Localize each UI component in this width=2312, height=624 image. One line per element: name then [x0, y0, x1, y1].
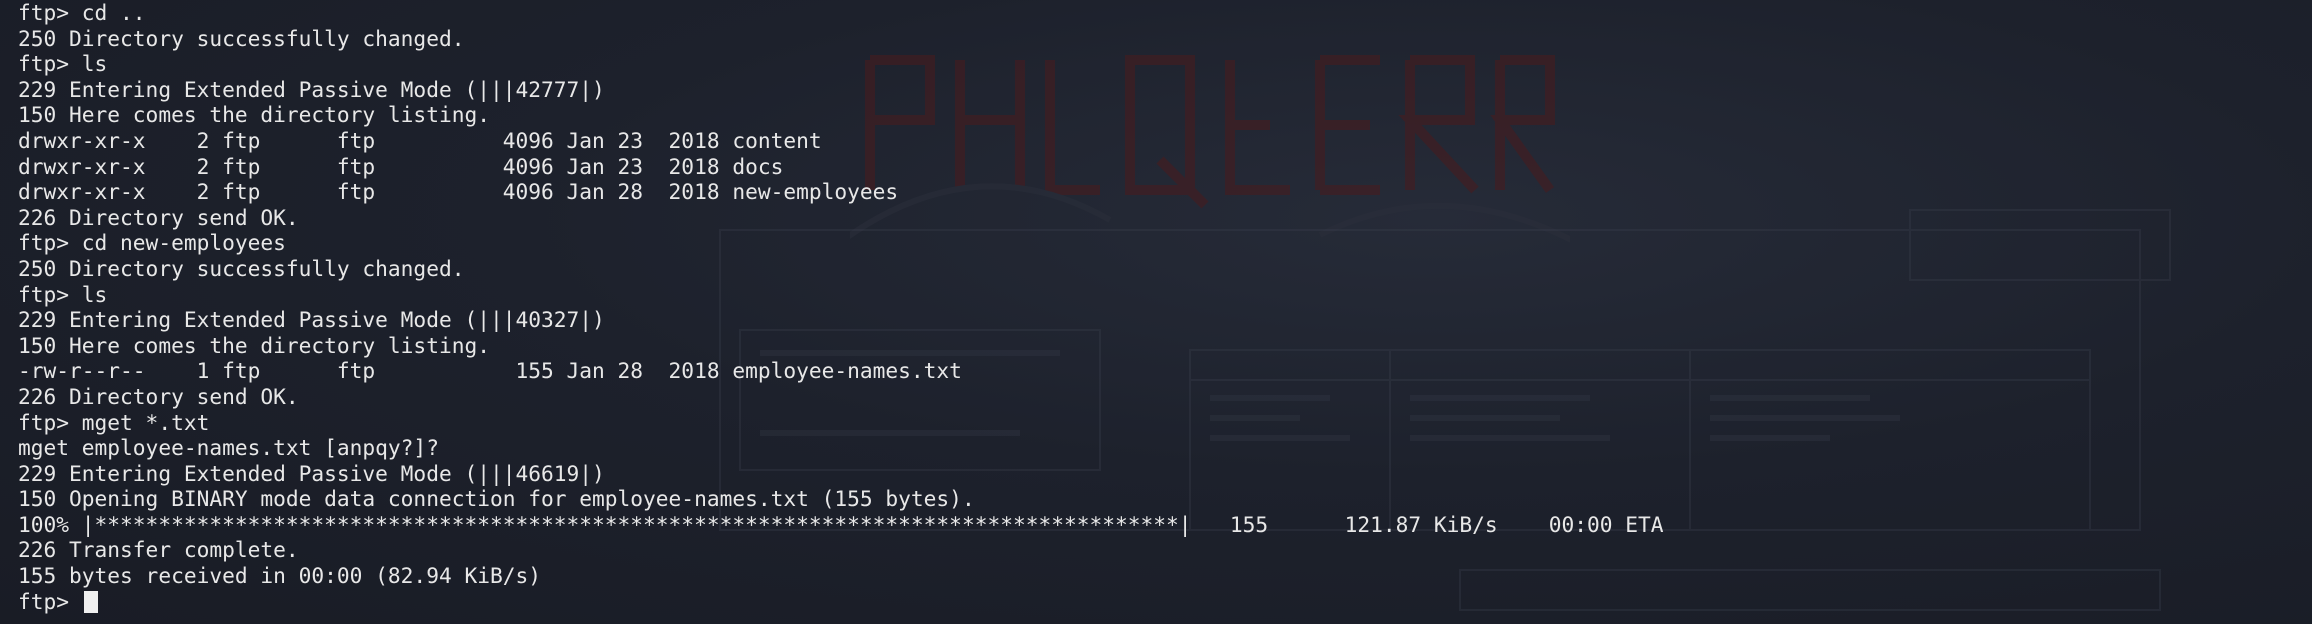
current-prompt-line[interactable]: ftp> [18, 589, 1664, 615]
terminal-line: drwxr-xr-x 2 ftp ftp 4096 Jan 28 2018 ne… [18, 179, 899, 205]
terminal-line: -rw-r--r-- 1 ftp ftp 155 Jan 28 2018 emp… [18, 358, 962, 384]
terminal-line: 229 Entering Extended Passive Mode (|||4… [18, 307, 605, 333]
terminal-line: drwxr-xr-x 2 ftp ftp 4096 Jan 23 2018 co… [18, 127, 822, 153]
terminal-line: ftp> ls [18, 51, 108, 77]
terminal-line: 250 Directory successfully changed. [18, 255, 465, 281]
terminal-line: 100% |**********************************… [18, 511, 1664, 537]
text-cursor[interactable] [83, 590, 98, 613]
terminal-output: ftp> cd .. 250 Directory successfully cha… [18, 0, 1664, 614]
terminal-line: 226 Directory send OK. [18, 204, 299, 230]
terminal-line: 229 Entering Extended Passive Mode (|||4… [18, 76, 605, 102]
terminal-line: 226 Transfer complete. [18, 537, 299, 563]
terminal-line: 150 Here comes the directory listing. [18, 332, 490, 358]
terminal-line: 229 Entering Extended Passive Mode (|||4… [18, 460, 605, 486]
terminal-window[interactable]: ftp> cd .. 250 Directory successfully cha… [0, 0, 2312, 624]
terminal-line: ftp> cd .. [18, 0, 146, 25]
terminal-line: 155 bytes received in 00:00 (82.94 KiB/s… [18, 563, 541, 589]
terminal-line: 226 Directory send OK. [18, 383, 299, 409]
terminal-line: mget employee-names.txt [anpqy?]? [18, 435, 439, 461]
terminal-line: ftp> cd new-employees [18, 230, 286, 256]
terminal-line: 250 Directory successfully changed. [18, 25, 465, 51]
terminal-line: drwxr-xr-x 2 ftp ftp 4096 Jan 23 2018 do… [18, 153, 784, 179]
terminal-line: 150 Opening BINARY mode data connection … [18, 486, 975, 512]
terminal-line: ftp> ls [18, 281, 108, 307]
terminal-line: 150 Here comes the directory listing. [18, 102, 490, 128]
prompt-label: ftp> [18, 588, 82, 614]
terminal-line: ftp> mget *.txt [18, 409, 210, 435]
